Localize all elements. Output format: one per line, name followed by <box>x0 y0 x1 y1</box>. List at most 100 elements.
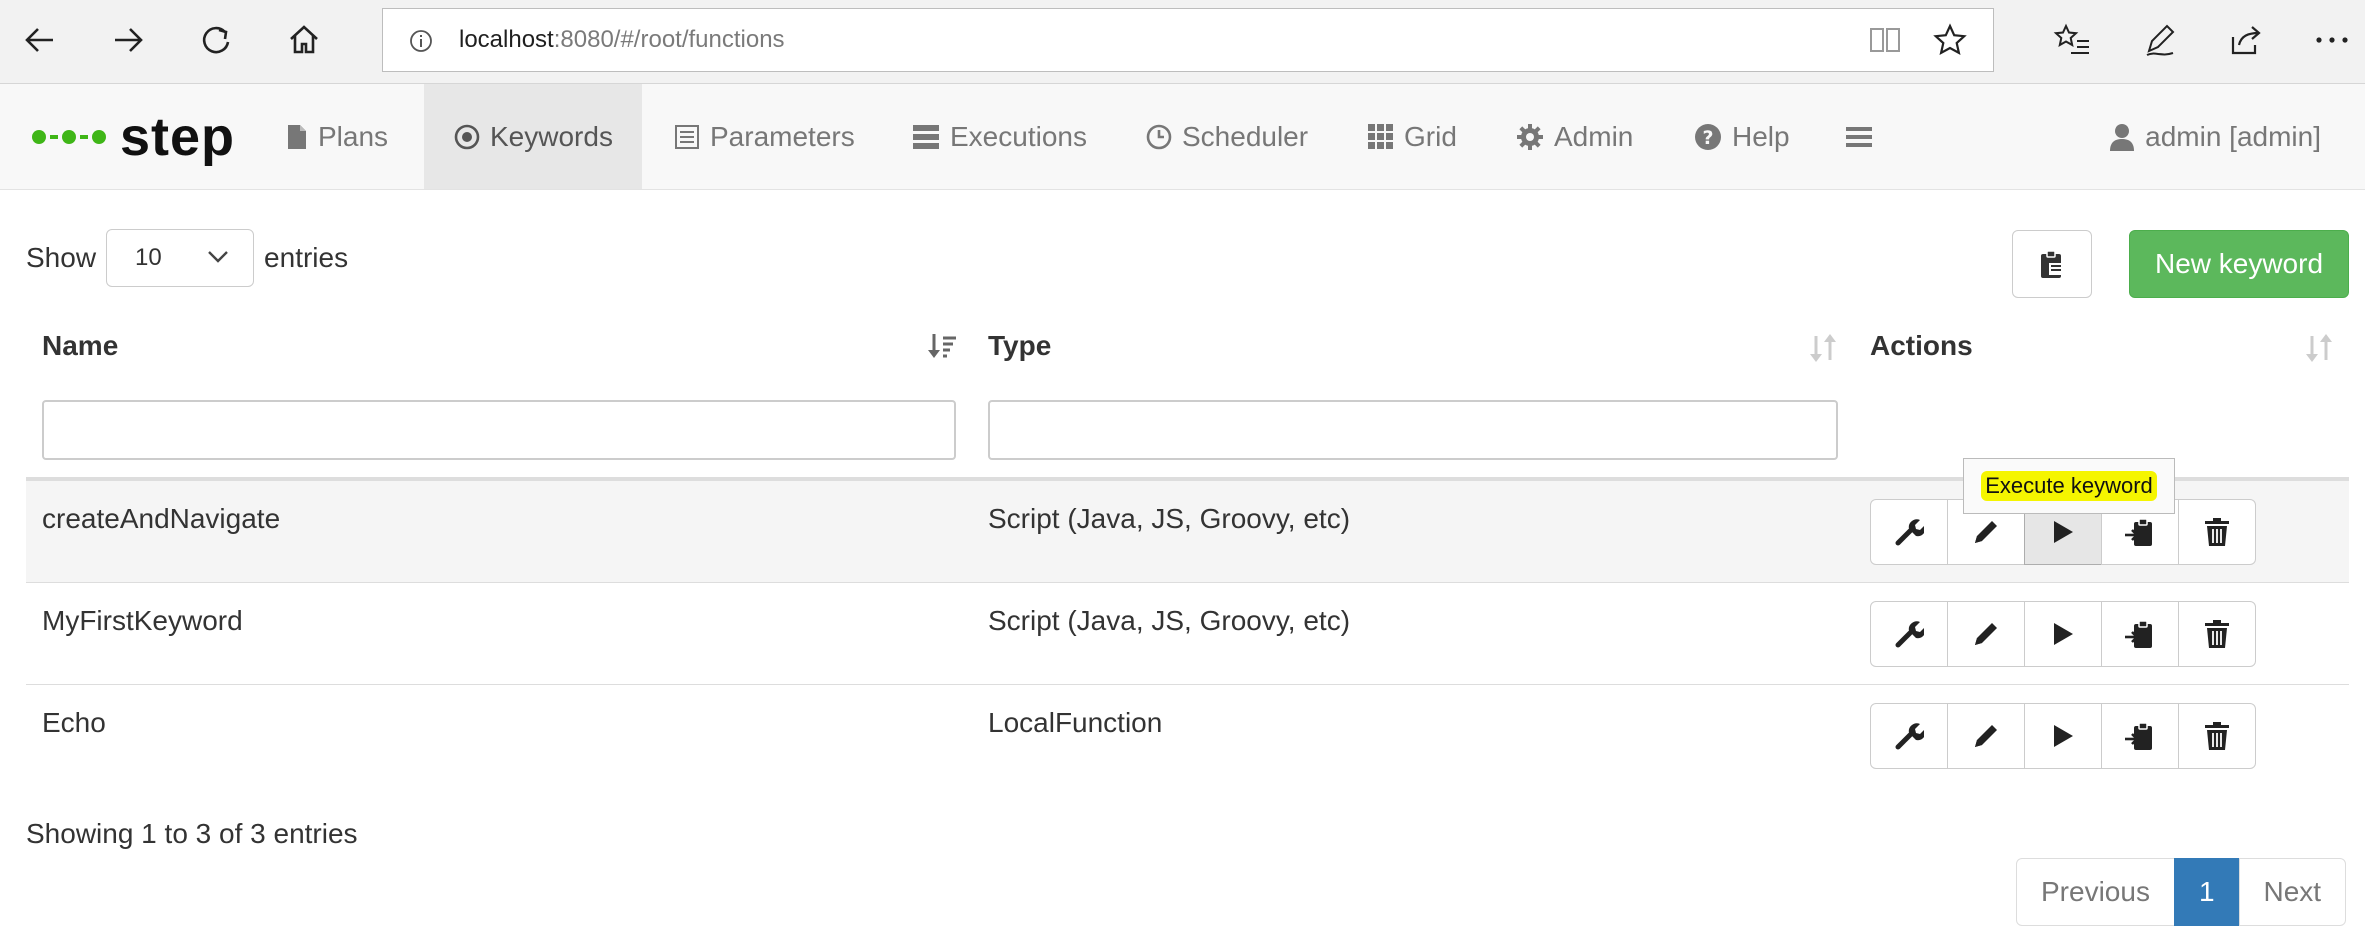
column-header-actions[interactable]: Actions <box>1870 330 1973 362</box>
configure-button[interactable] <box>1870 703 1948 769</box>
paste-keyword-button[interactable] <box>2012 230 2092 298</box>
trash-icon <box>2204 517 2230 547</box>
favorites-list-icon[interactable] <box>2044 12 2100 68</box>
sort-both-icon[interactable] <box>1808 332 1838 364</box>
pen-notes-icon[interactable] <box>2132 12 2188 68</box>
nav-item-admin[interactable]: Admin <box>1502 84 1647 189</box>
delete-button[interactable] <box>2178 703 2256 769</box>
new-keyword-button[interactable]: New keyword <box>2129 230 2349 298</box>
gear-icon <box>1516 123 1544 151</box>
previous-page-button[interactable]: Previous <box>2016 858 2175 926</box>
execute-button[interactable] <box>2024 703 2102 769</box>
column-header-name[interactable]: Name <box>42 330 118 362</box>
column-header-type[interactable]: Type <box>988 330 1051 362</box>
nav-item-scheduler[interactable]: Scheduler <box>1132 84 1322 189</box>
url-text: localhost:8080/#/root/functions <box>459 26 785 54</box>
page-length-control: Show 10 entries <box>26 228 348 288</box>
page-size-value: 10 <box>135 244 162 271</box>
play-icon <box>2051 519 2075 545</box>
sort-descending-icon[interactable] <box>926 332 958 364</box>
nav-item-help[interactable]: ? Help <box>1680 84 1804 189</box>
grid-icon <box>1368 123 1394 150</box>
stack-icon <box>912 124 940 150</box>
wrench-icon <box>1894 517 1924 547</box>
clipboard-copy-icon <box>2124 619 2156 649</box>
table-row[interactable]: MyFirstKeyword Script (Java, JS, Groovy,… <box>26 583 2349 685</box>
nav-label-plans: Plans <box>318 120 389 152</box>
forward-icon[interactable] <box>100 12 156 68</box>
pencil-icon <box>1971 721 2001 751</box>
nav-label-keywords: Keywords <box>490 120 613 152</box>
entries-label: entries <box>264 242 349 273</box>
nav-item-plans[interactable]: Plans <box>272 84 402 189</box>
keyword-type: LocalFunction <box>988 707 1163 738</box>
user-menu[interactable]: admin [admin] <box>2109 84 2321 189</box>
trash-icon <box>2204 721 2230 751</box>
keyword-name[interactable]: Echo <box>42 707 106 739</box>
edit-button[interactable] <box>1947 601 2025 667</box>
brand-logo[interactable]: step <box>32 102 235 172</box>
svg-text:?: ? <box>1702 127 1713 149</box>
more-options-icon[interactable] <box>2304 12 2360 68</box>
target-icon <box>454 124 480 150</box>
delete-button[interactable] <box>2178 601 2256 667</box>
url-path: :8080/#/root/functions <box>553 26 785 53</box>
configure-button[interactable] <box>1870 601 1948 667</box>
address-bar[interactable]: localhost:8080/#/root/functions <box>382 8 1994 72</box>
nav-item-parameters[interactable]: Parameters <box>660 84 869 189</box>
pencil-icon <box>1971 619 2001 649</box>
table-row[interactable]: Echo LocalFunction <box>26 685 2349 787</box>
url-host: localhost <box>459 26 554 53</box>
clipboard-copy-icon <box>2124 721 2156 751</box>
reading-view-icon[interactable] <box>1869 25 1901 55</box>
delete-button[interactable] <box>2178 499 2256 565</box>
keyword-type: Script (Java, JS, Groovy, etc) <box>988 503 1351 534</box>
share-icon[interactable] <box>2218 12 2274 68</box>
keyword-name[interactable]: createAndNavigate <box>42 503 280 535</box>
tooltip-text: Execute keyword <box>1981 471 2157 501</box>
nav-label-grid: Grid <box>1404 120 1457 152</box>
nav-item-executions[interactable]: Executions <box>898 84 1101 189</box>
clipboard-copy-icon <box>2124 517 2156 547</box>
pagination: Previous 1 Next <box>2016 858 2347 926</box>
nav-label-help: Help <box>1732 120 1790 152</box>
next-page-button[interactable]: Next <box>2238 858 2347 926</box>
execute-button[interactable] <box>2024 601 2102 667</box>
copy-button[interactable] <box>2101 703 2179 769</box>
user-icon <box>2109 123 2135 151</box>
nav-label-executions: Executions <box>950 120 1087 152</box>
wrench-icon <box>1894 619 1924 649</box>
clipboard-paste-icon <box>2039 249 2065 279</box>
home-icon[interactable] <box>276 12 332 68</box>
keyword-name[interactable]: MyFirstKeyword <box>42 605 243 637</box>
sort-both-icon[interactable] <box>2304 332 2334 364</box>
name-filter-input[interactable] <box>42 400 956 460</box>
edit-button[interactable] <box>1947 703 2025 769</box>
hamburger-menu-icon[interactable] <box>1832 84 1886 189</box>
brand-name: step <box>120 107 236 167</box>
list-icon <box>674 124 700 150</box>
page-1-button[interactable]: 1 <box>2173 858 2240 926</box>
user-name: admin [admin] <box>2145 120 2321 152</box>
show-label: Show <box>26 242 97 273</box>
logo-dots-icon <box>32 130 106 144</box>
refresh-icon[interactable] <box>188 12 244 68</box>
copy-button[interactable] <box>2101 601 2179 667</box>
row-actions <box>1870 703 2256 769</box>
favorite-star-icon[interactable] <box>1933 23 1967 57</box>
nav-label-admin: Admin <box>1554 120 1634 152</box>
back-icon[interactable] <box>12 12 68 68</box>
app-navbar: step Plans Keywords Parameters Execution… <box>0 84 2365 190</box>
clock-icon <box>1146 124 1172 150</box>
keyword-type: Script (Java, JS, Groovy, etc) <box>988 605 1351 636</box>
nav-item-grid[interactable]: Grid <box>1354 84 1471 189</box>
play-icon <box>2051 621 2075 647</box>
configure-button[interactable] <box>1870 499 1948 565</box>
site-info-icon[interactable] <box>409 29 433 53</box>
type-filter-input[interactable] <box>988 400 1838 460</box>
nav-item-keywords[interactable]: Keywords <box>424 84 642 189</box>
question-icon: ? <box>1694 123 1722 151</box>
nav-label-parameters: Parameters <box>710 120 855 152</box>
page-size-select[interactable]: 10 <box>106 229 255 287</box>
chevron-down-icon <box>207 250 229 264</box>
